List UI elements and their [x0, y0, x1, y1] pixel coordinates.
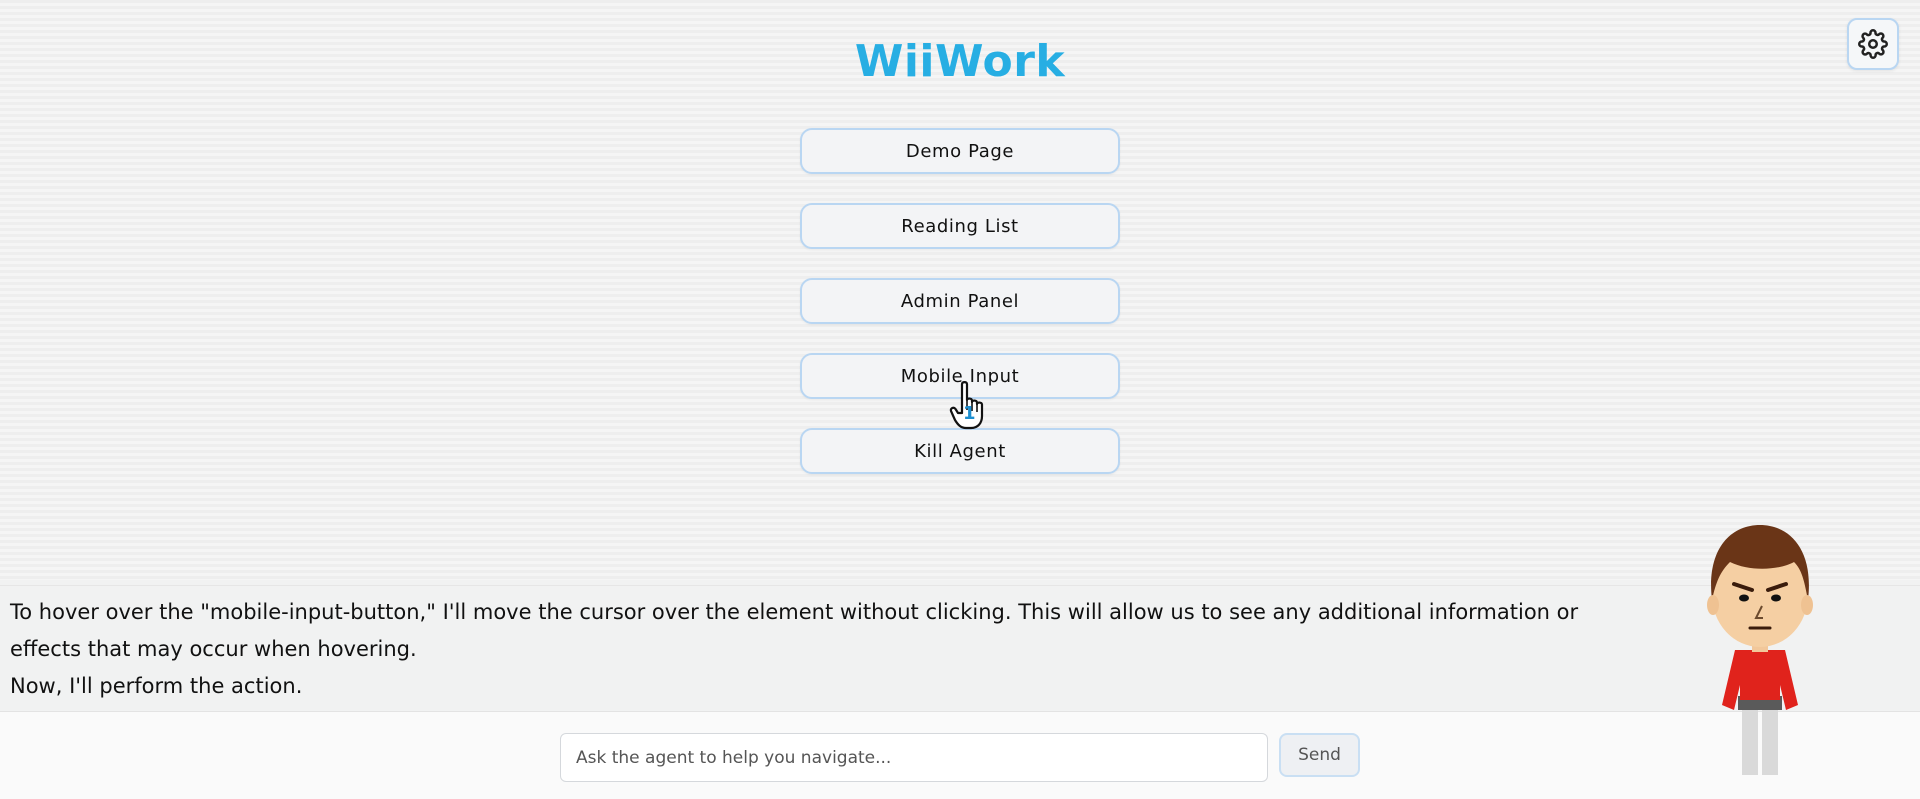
main-stage: WiiWork Demo Page Reading List Admin Pan…: [0, 0, 1920, 580]
reading-list-button[interactable]: Reading List: [800, 203, 1120, 249]
chat-bar: Send: [0, 711, 1920, 799]
admin-panel-button[interactable]: Admin Panel: [800, 278, 1120, 324]
gear-icon: [1858, 29, 1888, 59]
demo-page-button[interactable]: Demo Page: [800, 128, 1120, 174]
settings-button[interactable]: [1847, 18, 1899, 70]
chat-input[interactable]: [560, 733, 1268, 782]
transcript-line: Now, I'll perform the action.: [10, 674, 303, 698]
app-title: WiiWork: [854, 36, 1066, 87]
cursor-step-number: 1: [963, 403, 976, 424]
kill-agent-button[interactable]: Kill Agent: [800, 428, 1120, 474]
transcript-text: To hover over the "mobile-input-button,"…: [10, 594, 1630, 705]
transcript-line: To hover over the "mobile-input-button,"…: [10, 600, 1579, 661]
agent-transcript: To hover over the "mobile-input-button,"…: [0, 585, 1920, 710]
mii-avatar: [1707, 525, 1813, 775]
main-menu: Demo Page Reading List Admin Panel Mobil…: [800, 128, 1120, 503]
send-button[interactable]: Send: [1279, 733, 1360, 777]
